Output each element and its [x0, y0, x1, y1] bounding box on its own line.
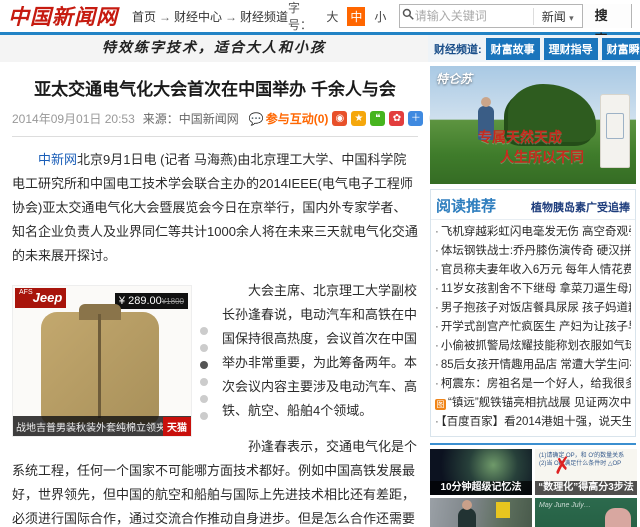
comment-bubble-icon: 💬 [249, 112, 264, 126]
font-size-large[interactable]: 大 [323, 7, 341, 26]
ad-slogan: 专属天然天成 人生所以不同 [478, 128, 584, 168]
old-price: ¥1800 [162, 297, 184, 306]
paragraph-1: 中新网北京9月1日电 (记者 马海燕)由北京理工大学、中国科学院电工研究所和中国… [12, 148, 418, 268]
paragraph-3: 孙逢春表示，交通电气化是个系统工程，任何一个国家不可能哪方面技术都好。例如中国高… [12, 435, 418, 527]
telunsu-logo: 特仑苏 [436, 70, 472, 87]
search-box: 新闻 ▾ 搜索 [399, 4, 632, 28]
sidebar-divider [430, 443, 636, 445]
chalkboard-text: May June July… [539, 502, 591, 509]
breadcrumb: 首页→财经中心→财经频道 [132, 8, 288, 25]
article-title: 亚太交通电气化大会首次在中国举办 千余人与会 [12, 75, 418, 100]
search-icon [400, 7, 414, 25]
video-thumbnails: 10分钟超级记忆法 (1)请确定 OP，和 O′的数量关系(2)当 OP 满足什… [430, 449, 636, 527]
search-button[interactable]: 搜索 [582, 4, 631, 28]
share-wechat-icon[interactable]: ❝ [370, 111, 385, 126]
breadcrumb-finance-center[interactable]: 财经中心 [174, 10, 222, 24]
tab-wealth-moment[interactable]: 财富瞬间 [602, 38, 640, 60]
milk-carton-image [600, 94, 630, 168]
recommend-side-link[interactable]: 植物胰岛素广受追捧 [531, 199, 630, 215]
carousel-dot[interactable] [200, 344, 208, 352]
meta-divider [12, 136, 418, 137]
share-qzone-icon[interactable]: ★ [351, 111, 366, 126]
breadcrumb-home[interactable]: 首页 [132, 10, 156, 24]
jacket-image [41, 312, 159, 424]
thumb-english-usa[interactable]: 53岁流利英语“闯”美国 [430, 498, 532, 527]
tab-wealth-story[interactable]: 财富故事 [486, 38, 540, 60]
channel-tabs: 财经频道: 财富故事 理财指导 财富瞬间 [428, 35, 640, 62]
ad-caption-bar: 战地吉普男装秋装外套纯棉立领夹克夹克大码外 天猫 [13, 416, 191, 436]
afs-jeep-logo: AFSJeep [15, 288, 66, 308]
share-weibo-icon[interactable]: ◉ [332, 111, 347, 126]
thumb-math-scores[interactable]: (1)请确定 OP，和 O′的数量关系(2)当 OP 满足什么条件时 △OP ✗… [535, 449, 637, 495]
thumb-word-memory[interactable]: May June July… 单词不硬背 巧记有秘籍 [535, 498, 637, 527]
font-size-small[interactable]: 小 [371, 7, 389, 26]
top-header: 中国新闻网 首页→财经中心→财经频道 字号： 大 中 小 新闻 ▾ 搜索 [0, 0, 640, 32]
sidebar: 特仑苏 专属天然天成 人生所以不同 阅读推荐 植物胰岛素广受追捧 飞机穿越彩虹闪… [428, 62, 640, 527]
recommend-box: 阅读推荐 植物胰岛素广受追捧 飞机穿越彩虹闪电毫发无伤 高空奇观引惊叹(图) 体… [430, 189, 636, 437]
street-sign [496, 502, 510, 518]
channel-label: 财经频道: [434, 41, 482, 57]
list-item[interactable]: 85后女孩开情趣用品店 常遭大学生问初夜问题 [435, 356, 631, 375]
price-tag: ¥ 289.00¥1800 [115, 293, 188, 309]
site-logo[interactable]: 中国新闻网 [8, 1, 118, 31]
search-input[interactable] [415, 9, 533, 23]
recommend-title[interactable]: 阅读推荐 [436, 195, 496, 216]
carousel-dot[interactable] [200, 395, 208, 403]
article-source: 来源：中国新闻网 [143, 110, 239, 127]
font-size-control: 字号： 大 中 小 [288, 0, 389, 33]
list-item[interactable]: 小偷被抓警局炫耀技能称划衣服如气球上切肉丝 [435, 337, 631, 356]
banner-strip: 特效练字技术，适合大人和小孩 财经频道: 财富故事 理财指导 财富瞬间 [0, 35, 640, 62]
carousel-dots [200, 327, 208, 429]
tab-money-guide[interactable]: 理财指导 [544, 38, 598, 60]
text-ad-banner[interactable]: 特效练字技术，适合大人和小孩 [0, 35, 428, 62]
list-item[interactable]: 官员称夫妻年收入6万元 每年人情花费近10万(图) [435, 261, 631, 280]
font-size-medium[interactable]: 中 [347, 7, 365, 26]
thumb-caption: “数理化”得高分3步法 [535, 481, 637, 495]
thumb-memory-method[interactable]: 10分钟超级记忆法 [430, 449, 532, 495]
list-item[interactable]: 体坛钢铁战士:乔丹膝伤演传奇 硬汉拼到肛裂(图) [435, 242, 631, 261]
photo-icon: 图 [435, 399, 446, 410]
list-item[interactable]: 【百度百家】看2014港姐十强，说天生丽质也得拼 [435, 413, 631, 432]
article-column: 亚太交通电气化大会首次在中国举办 千余人与会 2014年09月01日 20:53… [0, 62, 428, 527]
main-area: 亚太交通电气化大会首次在中国举办 千余人与会 2014年09月01日 20:53… [0, 62, 640, 527]
list-item[interactable]: 柯震东：房祖名是一个好人，给我很多正面能量 [435, 375, 631, 394]
search-category-dropdown[interactable]: 新闻 ▾ [533, 8, 582, 25]
article-body: 中新网北京9月1日电 (记者 马海燕)由北京理工大学、中国科学院电工研究所和中国… [12, 148, 418, 527]
interact-link[interactable]: 参与互动(0) [266, 110, 329, 127]
list-item[interactable]: 图“镇远”舰铁锚亮相抗战展 见证两次中日战争 [435, 394, 631, 413]
carousel-dot-active[interactable] [200, 361, 208, 369]
chevron-down-icon: ▾ [569, 13, 574, 23]
inline-product-ad: AFSJeep ¥ 289.00¥1800 战地吉普男装秋装外套纯棉立领夹克夹克… [12, 285, 210, 437]
carousel-dot[interactable] [200, 378, 208, 386]
font-size-label: 字号： [288, 0, 317, 33]
breadcrumb-finance-channel[interactable]: 财经频道 [240, 10, 288, 24]
list-item[interactable]: 11岁女孩割舍不下继母 拿菜刀逼生母放弃监护权 [435, 280, 631, 299]
red-check-mark: ✗ [551, 452, 573, 480]
carousel-dot[interactable] [200, 327, 208, 335]
carousel-dot[interactable] [200, 412, 208, 420]
girl-figure [605, 508, 631, 527]
thumb-caption: 10分钟超级记忆法 [430, 481, 532, 495]
cns-link[interactable]: 中新网 [38, 152, 77, 167]
breadcrumb-arrow: → [225, 10, 237, 24]
ad-caption[interactable]: 战地吉普男装秋装外套纯棉立领夹克夹克大码外 [13, 419, 163, 434]
article-meta: 2014年09月01日 20:53 来源：中国新闻网 💬 参与互动(0) ◉ ★… [12, 110, 418, 127]
article-date: 2014年09月01日 20:53 [12, 110, 135, 127]
milk-ad-banner[interactable]: 特仑苏 专属天然天成 人生所以不同 [430, 66, 636, 184]
breadcrumb-arrow: → [159, 10, 171, 24]
woman-figure [458, 508, 476, 527]
header-right: 字号： 大 中 小 新闻 ▾ 搜索 [288, 0, 632, 33]
list-item[interactable]: 飞机穿越彩虹闪电毫发无伤 高空奇观引惊叹(图) [435, 223, 631, 242]
tmall-badge[interactable]: 天猫 [163, 417, 191, 436]
list-item[interactable]: 开学式剖宫产忙疯医生 产妇为让孩子早上学提前分娩 [435, 318, 631, 337]
product-ad-image[interactable]: AFSJeep ¥ 289.00¥1800 战地吉普男装秋装外套纯棉立领夹克夹克… [12, 285, 192, 437]
recommend-list: 飞机穿越彩虹闪电毫发无伤 高空奇观引惊叹(图) 体坛钢铁战士:乔丹膝伤演传奇 硬… [431, 219, 635, 436]
recommend-header: 阅读推荐 植物胰岛素广受追捧 [431, 190, 635, 219]
list-item[interactable]: 男子抱孩子对饭店餐具尿尿 孩子妈道歉称情非得已 [435, 299, 631, 318]
share-more-icon[interactable]: ＋ [408, 111, 423, 126]
share-renren-icon[interactable]: ✿ [389, 111, 404, 126]
